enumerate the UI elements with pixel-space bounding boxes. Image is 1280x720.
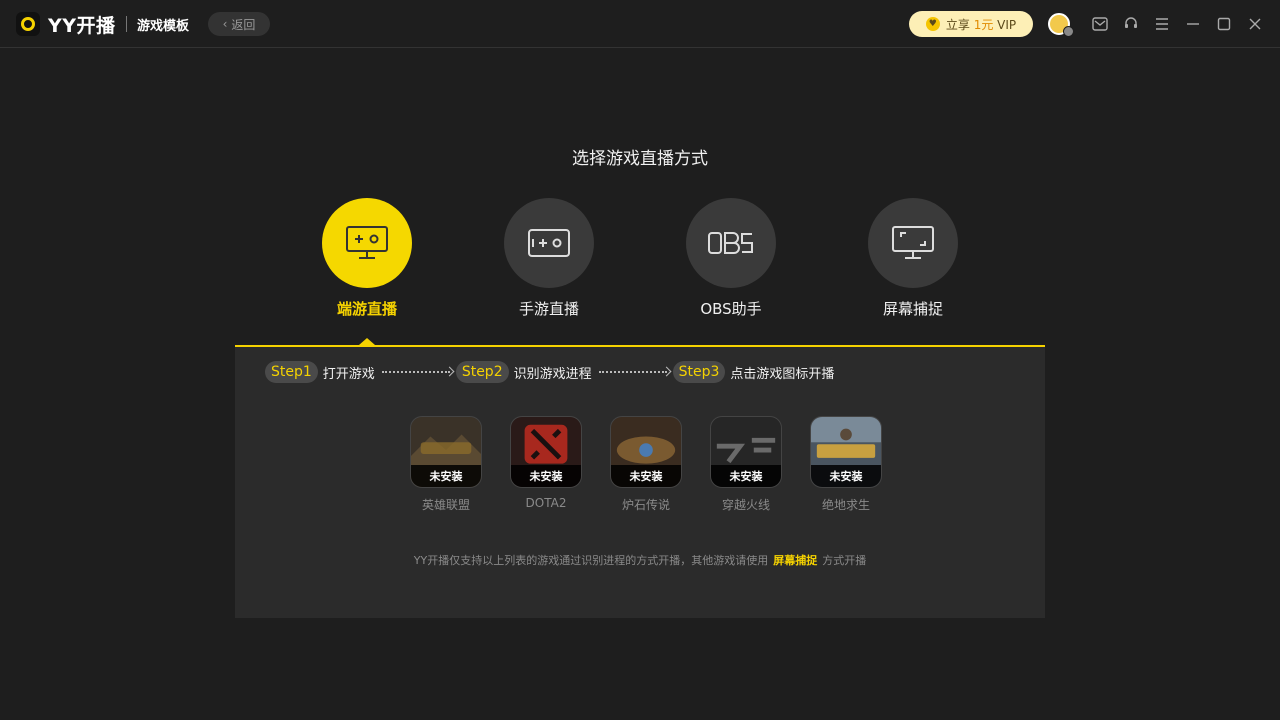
game-tile: 未安装 [510, 416, 582, 488]
title-bar: YY开播 游戏模板 ‹ 返回 ♥ 立享 1元 VIP [0, 0, 1280, 48]
active-indicator [359, 338, 375, 345]
game-item-dota2[interactable]: 未安装 DOTA2 [510, 416, 582, 513]
footnote-text: YY开播仅支持以上列表的游戏通过识别进程的方式开播，其他游戏请使用 [413, 554, 769, 567]
minimize-icon[interactable] [1183, 14, 1203, 34]
not-installed-badge: 未安装 [511, 465, 581, 487]
game-tile: 未安装 [810, 416, 882, 488]
page-title: 游戏模板 [137, 19, 190, 34]
game-item-crossfire[interactable]: 未安装 穿越火线 [710, 416, 782, 513]
mode-label: 手游直播 [518, 300, 579, 318]
step-badge: Step1 [265, 361, 318, 383]
not-installed-badge: 未安装 [611, 465, 681, 487]
title-divider [126, 16, 127, 32]
back-label: 返回 [231, 17, 256, 32]
game-tile: 未安装 [610, 416, 682, 488]
mode-label: 端游直播 [336, 300, 397, 318]
mode-label: 屏幕捕捉 [882, 300, 943, 318]
mode-obs[interactable]: OBS助手 [671, 198, 791, 319]
close-icon[interactable] [1245, 14, 1265, 34]
not-installed-badge: 未安装 [811, 465, 881, 487]
vip-suffix: VIP [997, 17, 1017, 32]
vip-prefix: 立享 [945, 17, 970, 32]
game-item-pubg[interactable]: 未安装 绝地求生 [810, 416, 882, 513]
step-text: 打开游戏 [322, 366, 375, 382]
screen-capture-icon [868, 198, 958, 288]
not-installed-badge: 未安装 [711, 465, 781, 487]
mode-pc-game[interactable]: 端游直播 [307, 198, 427, 319]
mode-screen-capture[interactable]: 屏幕捕捉 [853, 198, 973, 319]
mail-icon[interactable] [1090, 14, 1110, 34]
step-text: 识别游戏进程 [513, 366, 592, 382]
step-badge: Step3 [672, 361, 726, 383]
mode-label: OBS助手 [700, 300, 762, 318]
game-tile: 未安装 [710, 416, 782, 488]
footnote: YY开播仅支持以上列表的游戏通过识别进程的方式开播，其他游戏请使用 屏幕捕捉 方式开… [0, 552, 1280, 568]
game-item-lol[interactable]: 未安装 英雄联盟 [410, 416, 482, 513]
vip-button[interactable]: ♥ 立享 1元 VIP [909, 11, 1033, 37]
game-name: 炉石传说 [621, 498, 670, 512]
headset-icon[interactable] [1121, 14, 1141, 34]
mobile-game-icon [504, 198, 594, 288]
step-badge: Step2 [455, 361, 509, 383]
game-item-hearthstone[interactable]: 未安装 炉石传说 [610, 416, 682, 513]
step-text: 点击游戏图标开播 [730, 366, 835, 382]
avatar[interactable] [1048, 13, 1074, 37]
game-name: 绝地求生 [821, 498, 870, 512]
app-name: YY开播 [48, 15, 116, 37]
back-button[interactable]: ‹ 返回 [208, 12, 270, 36]
mode-mobile-game[interactable]: 手游直播 [489, 198, 609, 319]
game-list: 未安装 英雄联盟 未安装 DOTA2 未安装 炉石传说 未安装 穿越火线 未安装… [410, 416, 882, 513]
dotted-arrow-icon [381, 371, 450, 373]
vip-price: 1元 [973, 17, 994, 32]
section-title: 选择游戏直播方式 [572, 149, 708, 169]
dotted-arrow-icon [598, 371, 667, 373]
game-name: DOTA2 [525, 496, 567, 510]
steps-guide: Step1 打开游戏 Step2 识别游戏进程 Step3 点击游戏图标开播 [265, 361, 834, 383]
game-name: 英雄联盟 [421, 498, 470, 512]
chevron-left-icon: ‹ [222, 17, 228, 31]
heart-icon: ♥ [925, 17, 940, 31]
monitor-game-icon [322, 198, 412, 288]
obs-icon [686, 198, 776, 288]
footnote-text-end: 方式开播 [822, 554, 867, 567]
yy-logo-icon [16, 12, 40, 36]
screen-capture-link[interactable]: 屏幕捕捉 [773, 554, 817, 567]
game-name: 穿越火线 [721, 498, 770, 512]
not-installed-badge: 未安装 [411, 465, 481, 487]
game-tile: 未安装 [410, 416, 482, 488]
menu-icon[interactable] [1152, 14, 1172, 34]
maximize-icon[interactable] [1214, 14, 1234, 34]
